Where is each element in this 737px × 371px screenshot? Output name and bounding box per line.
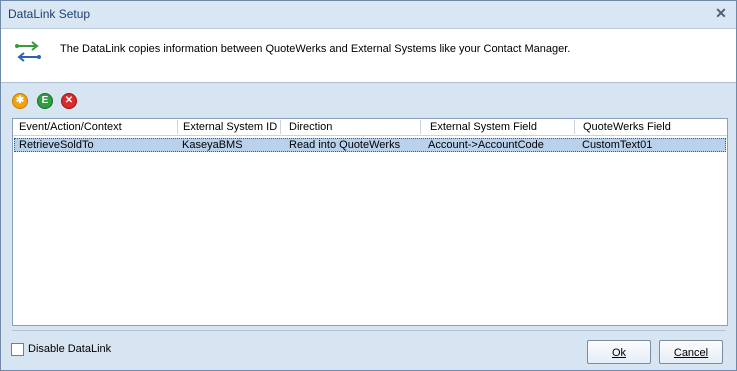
disable-datalink-label[interactable]: Disable DataLink (28, 343, 111, 355)
delete-icon[interactable]: ✕ (61, 93, 77, 109)
disable-datalink-checkbox[interactable] (11, 343, 24, 356)
grid-header: Event/Action/Context External System ID … (13, 119, 727, 136)
cell-system-id: KaseyaBMS (182, 139, 243, 151)
column-divider[interactable] (420, 120, 421, 134)
cell-direction: Read into QuoteWerks (289, 139, 401, 151)
column-header-event[interactable]: Event/Action/Context (19, 119, 122, 135)
close-icon[interactable]: ✕ (712, 4, 730, 22)
ok-button[interactable]: Ok (587, 340, 651, 364)
ok-button-label: Ok (611, 347, 627, 359)
column-divider[interactable] (574, 120, 575, 134)
column-header-direction[interactable]: Direction (289, 119, 332, 135)
column-header-qw-field[interactable]: QuoteWerks Field (583, 119, 671, 135)
column-divider[interactable] (280, 120, 281, 134)
datalink-setup-dialog: DataLink Setup ✕ The DataLink copies inf… (0, 0, 737, 371)
cell-qw-field: CustomText01 (582, 139, 653, 151)
column-header-system-id[interactable]: External System ID (183, 119, 277, 135)
dialog-title: DataLink Setup (8, 7, 91, 21)
cancel-button-label: Cancel (673, 347, 709, 359)
info-banner: The DataLink copies information between … (1, 29, 736, 83)
title-bar: DataLink Setup ✕ (1, 1, 736, 29)
banner-description: The DataLink copies information between … (60, 43, 571, 55)
column-header-system-field[interactable]: External System Field (430, 119, 537, 135)
table-row[interactable]: RetrieveSoldTo KaseyaBMS Read into Quote… (14, 138, 726, 152)
cell-event: RetrieveSoldTo (19, 139, 94, 151)
cell-system-field: Account->AccountCode (428, 139, 544, 151)
column-divider[interactable] (177, 120, 178, 134)
edit-icon[interactable]: E (37, 93, 53, 109)
cancel-button[interactable]: Cancel (659, 340, 723, 364)
datalink-arrows-icon (15, 41, 41, 62)
datalink-grid[interactable]: Event/Action/Context External System ID … (12, 118, 728, 326)
add-icon[interactable]: ✱ (12, 93, 28, 109)
footer-divider (12, 330, 726, 331)
